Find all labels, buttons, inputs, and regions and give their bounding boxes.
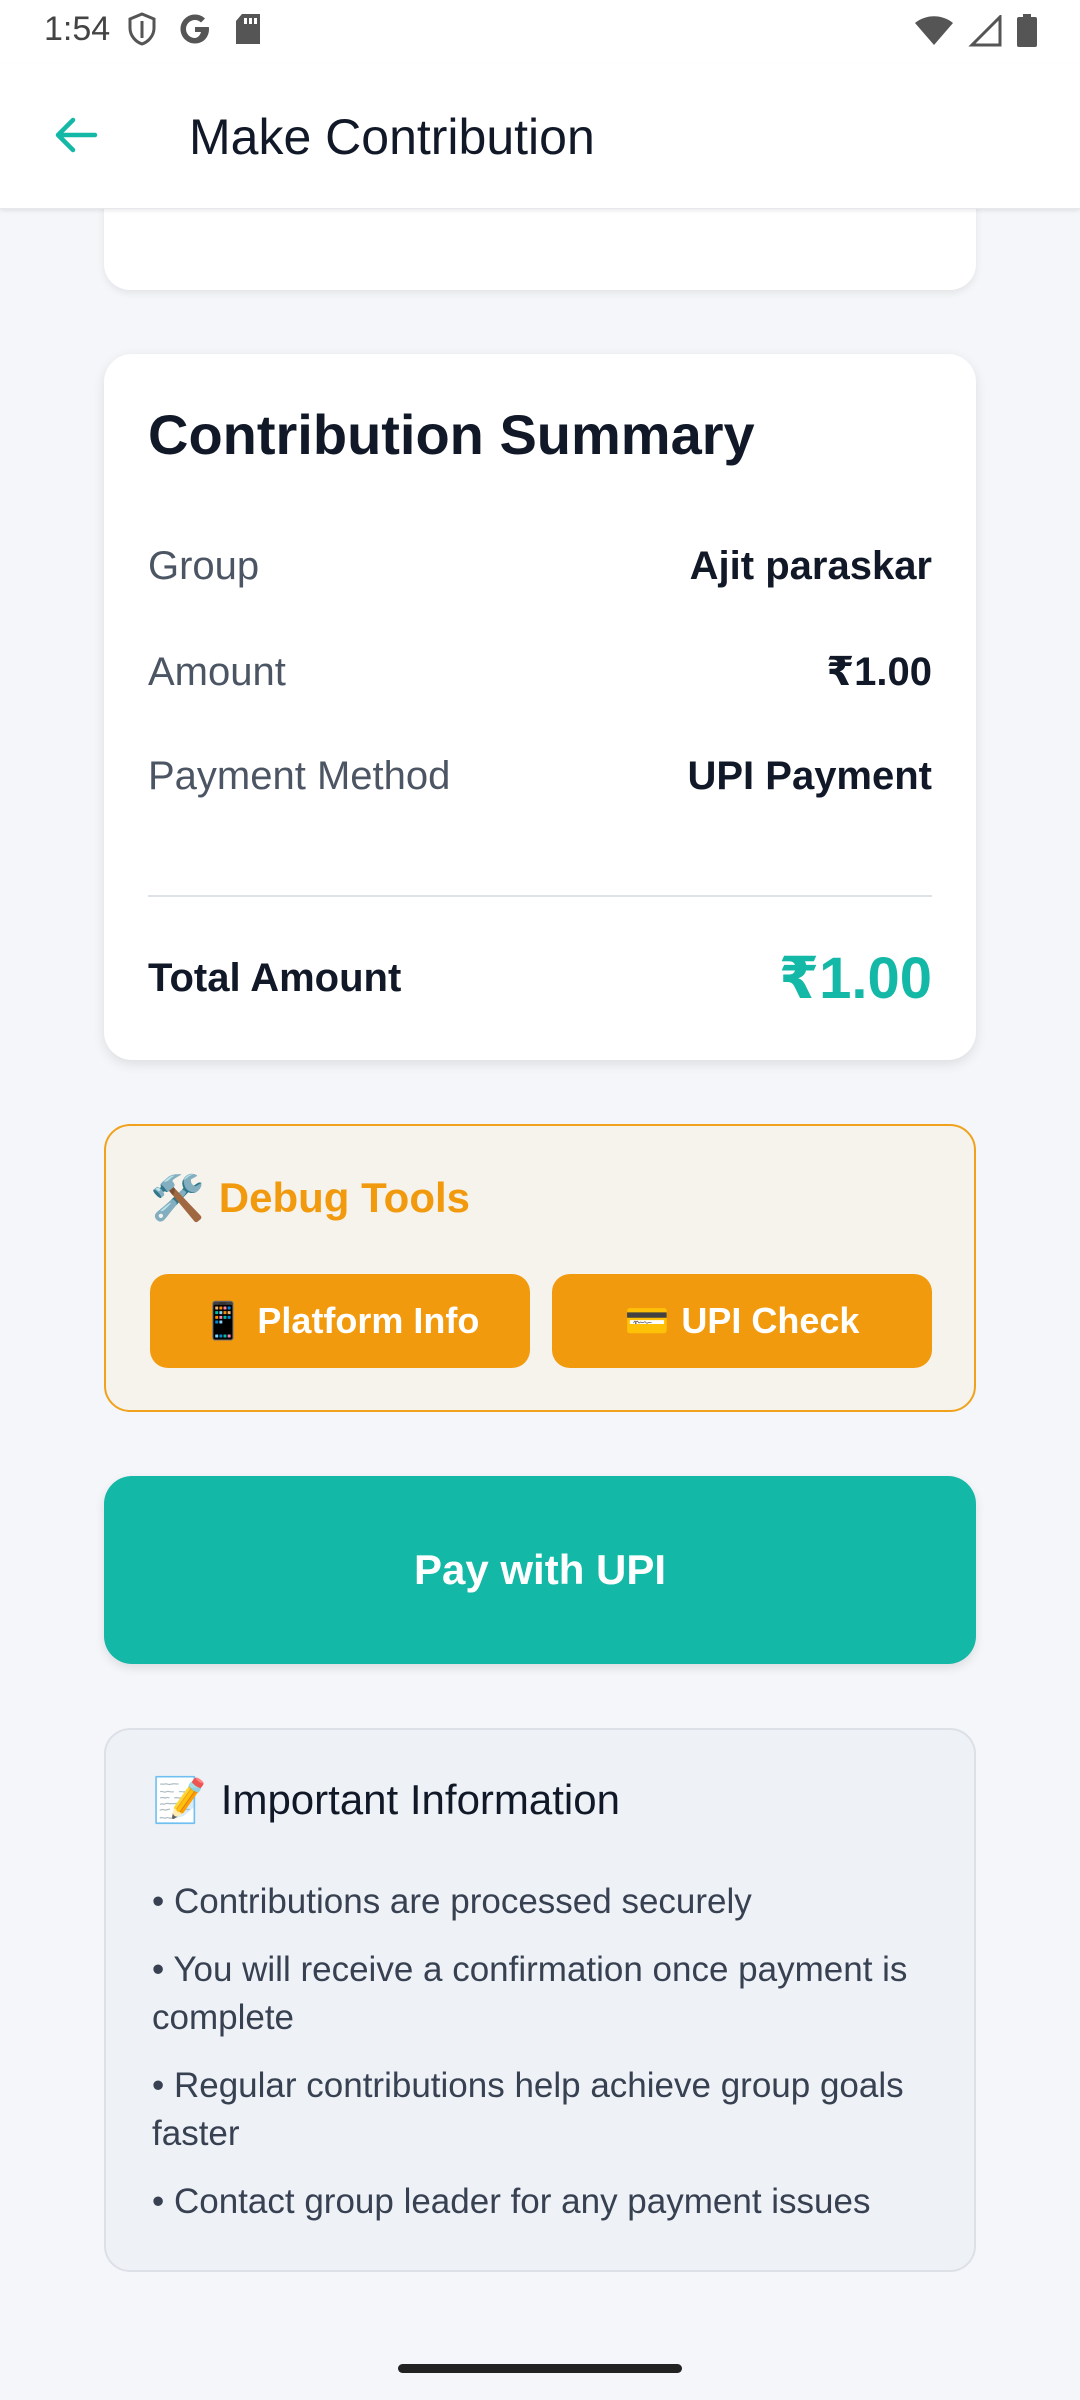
list-item: • You will receive a confirmation once p… xyxy=(152,1950,908,2037)
list-item: • Contact group leader for any payment i… xyxy=(152,2182,871,2221)
status-bar: 1:54 xyxy=(0,0,1080,64)
summary-total-row: Total Amount ₹1.00 xyxy=(148,944,932,1012)
summary-title: Contribution Summary xyxy=(148,403,755,466)
upi-check-label: UPI Check xyxy=(681,1300,860,1341)
contribution-summary-card: Contribution Summary Group Ajit paraskar… xyxy=(104,354,976,1060)
summary-row-group: Group Ajit paraskar xyxy=(148,544,932,589)
credit-card-icon: 💳 xyxy=(624,1300,670,1341)
page-title: Make Contribution xyxy=(189,109,595,165)
signal-icon xyxy=(968,13,1002,52)
status-right-icons xyxy=(914,13,1038,53)
shield-icon xyxy=(128,12,156,51)
back-button[interactable] xyxy=(40,102,110,172)
debug-tools-card: 🛠️ Debug Tools 📱 Platform Info 💳 UPI Che… xyxy=(104,1124,976,1412)
summary-row-amount: Amount ₹1.00 xyxy=(148,649,932,695)
status-left-icons xyxy=(128,12,262,51)
info-list: • Contributions are processed securely •… xyxy=(152,1878,942,2246)
summary-row-label: Group xyxy=(148,544,260,588)
platform-info-button[interactable]: 📱 Platform Info xyxy=(150,1274,530,1368)
summary-divider xyxy=(148,895,932,897)
summary-row-payment-method: Payment Method UPI Payment xyxy=(148,754,932,799)
google-icon xyxy=(178,12,212,51)
battery-icon xyxy=(1016,14,1038,53)
debug-tools-heading: 🛠️ Debug Tools xyxy=(150,1172,470,1224)
summary-row-value: UPI Payment xyxy=(687,754,932,798)
info-title: Important Information xyxy=(220,1776,620,1823)
sd-card-icon xyxy=(234,13,262,50)
summary-row-value: Ajit paraskar xyxy=(689,544,932,588)
home-indicator[interactable] xyxy=(398,2364,682,2373)
memo-icon: 📝 xyxy=(152,1776,207,1825)
tools-icon: 🛠️ xyxy=(150,1174,205,1223)
summary-row-label: Amount xyxy=(148,649,286,694)
debug-tools-title: Debug Tools xyxy=(218,1174,470,1221)
previous-card xyxy=(104,200,976,290)
platform-info-label: Platform Info xyxy=(257,1300,480,1341)
summary-row-value: ₹1.00 xyxy=(826,650,932,694)
list-item: • Contributions are processed securely xyxy=(152,1882,752,1921)
arrow-left-icon xyxy=(51,111,99,164)
total-amount-label: Total Amount xyxy=(148,955,402,1000)
list-item: • Regular contributions help achieve gro… xyxy=(152,2066,904,2153)
status-time: 1:54 xyxy=(44,10,111,48)
phone-icon: 📱 xyxy=(200,1300,246,1341)
info-heading: 📝 Important Information xyxy=(152,1774,620,1826)
summary-row-label: Payment Method xyxy=(148,754,451,798)
upi-check-button[interactable]: 💳 UPI Check xyxy=(552,1274,932,1368)
important-information-card: 📝 Important Information • Contributions … xyxy=(104,1728,976,2272)
pay-with-upi-button[interactable]: Pay with UPI xyxy=(104,1476,976,1664)
app-bar: Make Contribution xyxy=(0,64,1080,209)
total-amount-value: ₹1.00 xyxy=(778,946,932,1011)
wifi-icon xyxy=(914,15,954,52)
